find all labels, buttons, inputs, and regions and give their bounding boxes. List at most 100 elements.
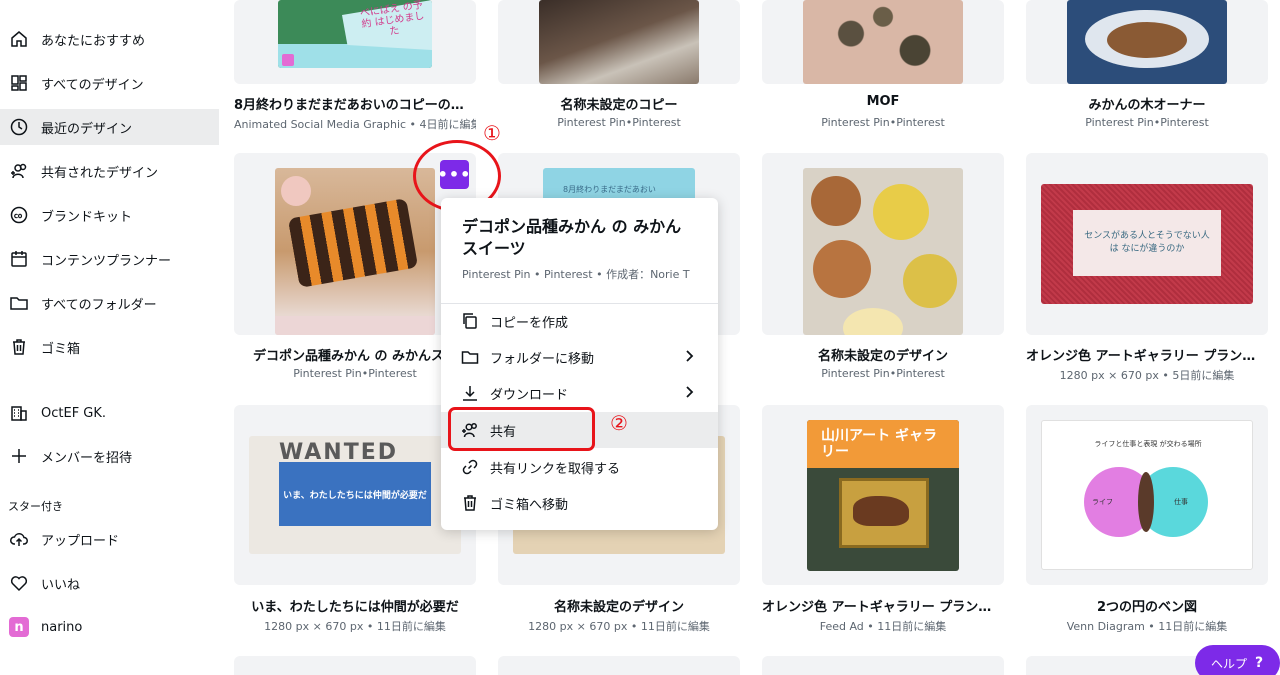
thumbnail-text: 山川アート ギャラリー	[821, 428, 938, 460]
calendar-icon	[8, 248, 30, 270]
sidebar-item-label: コンテンツプランナー	[41, 253, 172, 269]
design-meta: Animated Social Media Graphic • 4日前に編集	[234, 118, 476, 131]
design-thumbnail: ライフと仕事と表現 が交わる場所 ライフ 仕事	[1026, 405, 1268, 585]
design-meta: Pinterest Pin•Pinterest	[293, 367, 417, 380]
sidebar-item-uploads[interactable]: アップロード	[0, 521, 219, 557]
design-meta: Feed Ad • 11日前に編集	[819, 620, 947, 633]
menu-item-download[interactable]: ダウンロード	[441, 375, 718, 411]
sidebar-item-recommended[interactable]: あなたにおすすめ	[0, 21, 219, 57]
thumbnail-text: センスがある人とそうでない人は なにが違うのか	[1073, 210, 1221, 276]
sidebar-item-label: narino	[41, 619, 83, 635]
sidebar: あなたにおすすめ すべてのデザイン 最近のデザイン 共有されたデザイン co ブ…	[0, 0, 220, 675]
download-icon	[459, 382, 481, 404]
design-thumbnail	[498, 0, 740, 84]
sidebar-team[interactable]: OctEF GK.	[0, 395, 219, 431]
design-meta: 1280 px × 670 px • 11日前に編集	[264, 620, 446, 633]
menu-item-label: 共有リンクを取得する	[490, 461, 621, 477]
trash-icon	[459, 492, 481, 514]
sidebar-item-all-folders[interactable]: すべてのフォルダー	[0, 285, 219, 321]
sidebar-item-label: すべてのデザイン	[41, 77, 144, 93]
design-title: いま、わたしたちには仲間が必要だ	[251, 600, 459, 615]
shared-users-icon	[8, 160, 30, 182]
design-thumbnail: べにばえ の予約 はじめました	[234, 0, 476, 84]
thumbnail-image: 山川アート ギャラリー	[807, 420, 959, 571]
sidebar-item-label: ゴミ箱	[41, 341, 81, 357]
design-title: デコポン品種みかん の みかんスイ	[252, 349, 458, 364]
annotation-number-2: ②	[610, 411, 628, 435]
design-title: 名称未設定のデザイン	[817, 349, 948, 364]
menu-item-get-share-link[interactable]: 共有リンクを取得する	[441, 449, 718, 485]
sidebar-item-recent-designs[interactable]: 最近のデザイン	[0, 109, 219, 145]
design-title: みかんの木オーナー	[1088, 98, 1206, 113]
design-title: MOF	[866, 94, 900, 109]
folder-icon	[459, 346, 481, 368]
venn-left-label: ライフ	[1092, 498, 1113, 506]
design-meta: 1280 px × 670 px • 5日前に編集	[1059, 369, 1235, 382]
sidebar-item-trash[interactable]: ゴミ箱	[0, 329, 219, 365]
menu-item-label: フォルダーに移動	[490, 351, 595, 367]
brand-kit-icon: co	[8, 204, 30, 226]
copy-icon	[459, 310, 481, 332]
design-meta: Pinterest Pin•Pinterest	[821, 367, 945, 380]
sidebar-item-narino[interactable]: n narino	[0, 609, 219, 645]
invite-members-label: メンバーを招待	[41, 450, 133, 466]
trash-icon	[8, 336, 30, 358]
annotation-number-1: ①	[483, 121, 501, 145]
thumbnail-image: ライフと仕事と表現 が交わる場所 ライフ 仕事	[1041, 420, 1253, 570]
design-thumbnail	[1026, 0, 1268, 84]
menu-item-move-to-trash[interactable]: ゴミ箱へ移動	[441, 485, 718, 521]
sidebar-item-likes[interactable]: いいね	[0, 565, 219, 601]
sidebar-item-brand-kit[interactable]: co ブランドキット	[0, 197, 219, 233]
sidebar-item-label: 最近のデザイン	[41, 121, 133, 137]
thumbnail-text: 8月終わりまだまだあおい	[563, 185, 656, 194]
design-title: 名称未設定のデザイン	[553, 600, 684, 615]
invite-members-button[interactable]: メンバーを招待	[0, 438, 219, 474]
building-icon	[8, 402, 30, 424]
heart-icon	[8, 572, 30, 594]
menu-item-make-copy[interactable]: コピーを作成	[441, 303, 718, 339]
sidebar-item-content-planner[interactable]: コンテンツプランナー	[0, 241, 219, 277]
chevron-right-icon	[682, 385, 696, 399]
design-thumbnail[interactable]	[498, 656, 740, 675]
help-button[interactable]: ヘルプ ?	[1195, 645, 1280, 675]
grid-icon	[8, 72, 30, 94]
thumbnail-image	[803, 168, 963, 335]
sidebar-item-label: 共有されたデザイン	[41, 165, 159, 181]
design-thumbnail: 山川アート ギャラリー	[762, 405, 1004, 585]
design-meta: Pinterest Pin•Pinterest	[1085, 116, 1209, 129]
design-meta: Venn Diagram • 11日前に編集	[1066, 620, 1228, 633]
team-name: OctEF GK.	[41, 405, 107, 421]
narino-avatar: n	[8, 616, 30, 638]
upload-cloud-icon	[8, 528, 30, 550]
thumbnail-image	[275, 168, 435, 335]
design-thumbnail	[762, 153, 1004, 335]
design-thumbnail[interactable]	[234, 656, 476, 675]
design-thumbnail: WANTED いま、わたしたちには仲間が必要だ	[234, 405, 476, 585]
sidebar-item-label: いいね	[41, 577, 81, 593]
home-icon	[8, 28, 30, 50]
design-thumbnail[interactable]	[762, 656, 1004, 675]
sidebar-item-shared-designs[interactable]: 共有されたデザイン	[0, 153, 219, 189]
thumbnail-image	[1067, 0, 1227, 84]
thumbnail-image: WANTED いま、わたしたちには仲間が必要だ	[249, 436, 461, 554]
design-title: 8月終わりまだまだあおいのコピーのコ...	[234, 98, 476, 113]
thumbnail-text: いま、わたしたちには仲間が必要だ	[279, 462, 431, 526]
design-meta: 1280 px × 670 px • 11日前に編集	[528, 620, 710, 633]
plus-icon	[8, 445, 30, 467]
help-label: ヘルプ	[1211, 656, 1248, 671]
design-title: オレンジ色 アートギャラリー プランデ...	[762, 600, 1004, 615]
sidebar-item-label: ブランドキット	[41, 209, 133, 225]
chevron-right-icon	[682, 349, 696, 363]
design-thumbnail: センスがある人とそうでない人は なにが違うのか	[1026, 153, 1268, 335]
menu-item-move-to-folder[interactable]: フォルダーに移動	[441, 339, 718, 375]
menu-design-meta: Pinterest Pin • Pinterest • 作成者：Norie T	[462, 268, 690, 281]
sidebar-item-label: あなたにおすすめ	[41, 33, 146, 49]
design-title: オレンジ色 アートギャラリー プランデ...	[1026, 349, 1268, 364]
sidebar-item-all-designs[interactable]: すべてのデザイン	[0, 65, 219, 101]
venn-right-label: 仕事	[1174, 498, 1188, 506]
thumbnail-image	[539, 0, 699, 84]
design-thumbnail	[762, 0, 1004, 84]
annotation-rectangle	[448, 407, 595, 451]
menu-item-label: ゴミ箱へ移動	[490, 497, 569, 513]
thumbnail-image: センスがある人とそうでない人は なにが違うのか	[1041, 184, 1253, 304]
